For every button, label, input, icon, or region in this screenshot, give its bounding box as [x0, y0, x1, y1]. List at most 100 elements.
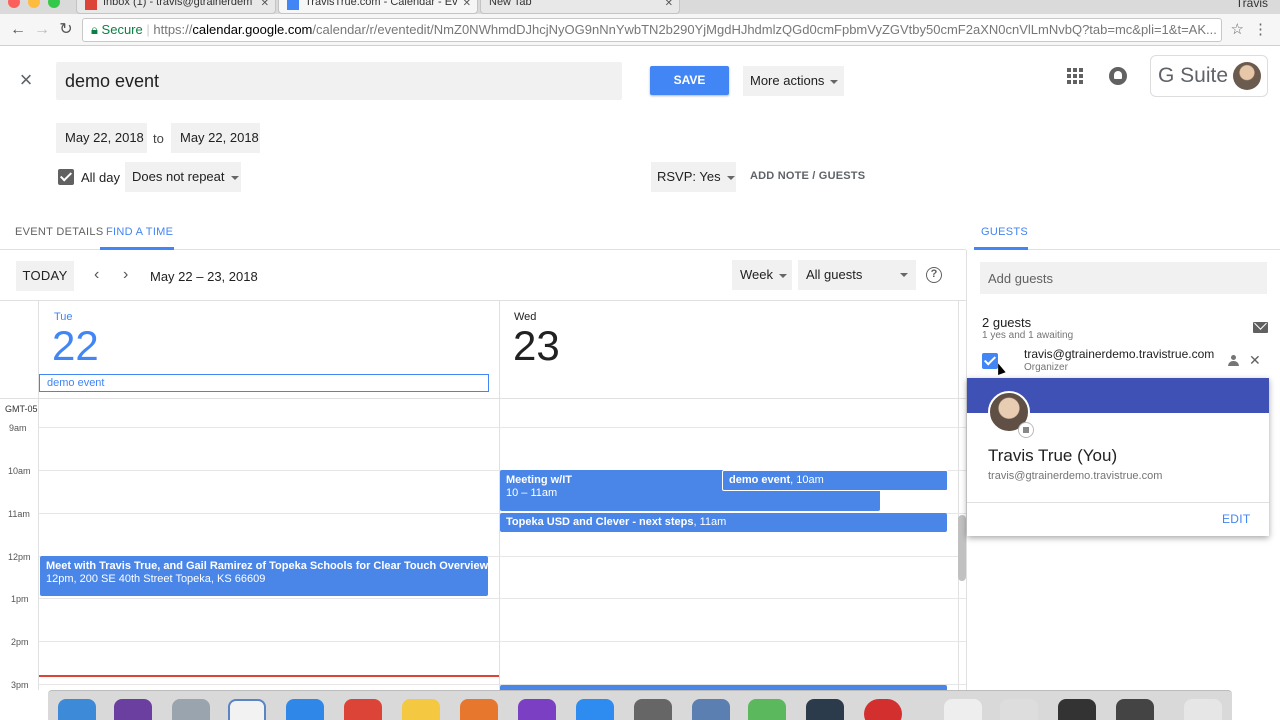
guest-count: 2 guests — [982, 315, 1032, 330]
secure-label: Secure — [101, 22, 143, 37]
hour-label: 12pm — [8, 552, 31, 562]
allday-event-chip[interactable]: demo event — [39, 374, 489, 392]
repeat-dropdown[interactable]: Does not repeat — [125, 162, 241, 192]
event-title-input[interactable] — [56, 62, 622, 100]
guest-email[interactable]: travis@gtrainerdemo.travistrue.com — [1024, 347, 1214, 361]
window-thumbnail-icon[interactable] — [1000, 699, 1038, 720]
close-icon[interactable]: ✕ — [665, 0, 673, 9]
clock-icon[interactable] — [228, 699, 266, 720]
tab-title: Inbox (1) - travis@gtrainerdem — [103, 0, 253, 8]
safari-icon[interactable] — [286, 699, 324, 720]
tab-event-details[interactable]: EVENT DETAILS — [15, 226, 103, 238]
add-guests-input[interactable] — [988, 262, 1267, 294]
calendar-event-demo[interactable]: demo event, 10am — [722, 470, 948, 491]
trash-icon[interactable] — [1184, 699, 1222, 720]
previous-period-icon[interactable]: ‹ — [94, 266, 99, 284]
macos-dock — [48, 690, 1232, 720]
browser-menu-icon[interactable]: ⋮ — [1253, 20, 1268, 38]
lock-icon: 🔒︎ — [91, 22, 98, 37]
imovie-icon[interactable] — [518, 699, 556, 720]
save-button[interactable]: SAVE — [650, 66, 729, 95]
add-guests-field[interactable] — [980, 262, 1267, 294]
close-icon[interactable]: ✕ — [463, 0, 471, 9]
gmail-icon — [85, 0, 97, 10]
bookmark-star-icon[interactable]: ☆ — [1231, 20, 1244, 38]
window-zoom-icon[interactable] — [48, 0, 60, 8]
calendar-event-lunch[interactable]: Meet with Travis True, and Gail Ramirez … — [40, 556, 488, 596]
calendar-badge-icon — [1018, 422, 1034, 438]
browser-tab-newtab[interactable]: New Tab ✕ — [480, 0, 680, 14]
event-title-field[interactable] — [56, 62, 622, 100]
close-icon[interactable]: ✕ — [261, 0, 269, 9]
document-icon[interactable] — [944, 699, 982, 720]
close-editor-icon[interactable]: × — [16, 69, 36, 91]
window-close-icon[interactable] — [8, 0, 20, 8]
notifications-icon[interactable] — [1109, 67, 1127, 85]
remove-guest-icon[interactable]: ✕ — [1249, 352, 1261, 369]
dropdown-caret-icon — [726, 175, 735, 180]
view-dropdown[interactable]: Week — [732, 260, 792, 290]
edit-button[interactable]: EDIT — [1222, 512, 1251, 526]
system-preferences-icon[interactable] — [634, 699, 672, 720]
add-note-guests-button[interactable]: ADD NOTE / GUESTS — [750, 170, 865, 182]
more-actions-dropdown[interactable]: More actions — [743, 66, 844, 96]
f5-icon[interactable] — [864, 699, 902, 720]
tab-guests[interactable]: GUESTS — [981, 226, 1028, 238]
account-chip[interactable]: G Suite — [1150, 55, 1268, 97]
grid-scrollbar[interactable] — [958, 515, 966, 581]
apps-grid-icon[interactable] — [1067, 68, 1083, 84]
hovercard-email: travis@gtrainerdemo.travistrue.com — [988, 470, 1163, 482]
avatar[interactable] — [1233, 62, 1261, 90]
guest-hovercard: Travis True (You) travis@gtrainerdemo.tr… — [967, 378, 1269, 536]
url-domain: calendar.google.com — [192, 22, 313, 37]
dropdown-caret-icon — [230, 175, 239, 180]
window-thumbnail-icon[interactable] — [1058, 699, 1096, 720]
window-minimize-icon[interactable] — [28, 0, 40, 8]
guest-role: Organizer — [1024, 362, 1068, 373]
finder-icon[interactable] — [58, 699, 96, 720]
more-actions-label: More actions — [750, 73, 825, 88]
rsvp-dropdown[interactable]: RSVP: Yes — [651, 162, 736, 192]
calendar-event-topeka[interactable]: Topeka USD and Clever - next steps, 11am — [500, 513, 947, 532]
browser-tab-calendar[interactable]: TravisTrue.com - Calendar - Ev ✕ — [278, 0, 478, 14]
guests-filter-label: All guests — [806, 267, 863, 282]
next-period-icon[interactable]: › — [123, 266, 128, 284]
today-button[interactable]: TODAY — [16, 261, 74, 291]
photos-icon[interactable] — [402, 699, 440, 720]
date-range-label: May 22 – 23, 2018 — [150, 269, 258, 284]
end-date-field[interactable]: May 22, 2018 — [171, 123, 260, 153]
app-icon[interactable] — [748, 699, 786, 720]
browser-profile[interactable]: Travis — [1236, 0, 1268, 10]
help-icon[interactable]: ? — [926, 267, 942, 283]
app-icon[interactable] — [460, 699, 498, 720]
url-path: /calendar/r/eventedit/NmZ0NWhmdDJhcjNyOG… — [312, 22, 1217, 37]
window-thumbnail-icon[interactable] — [1116, 699, 1154, 720]
app-icon[interactable] — [806, 699, 844, 720]
hour-label: 11am — [8, 509, 30, 519]
browser-tab-inbox[interactable]: Inbox (1) - travis@gtrainerdem ✕ — [76, 0, 276, 14]
url-scheme: https:// — [153, 22, 193, 37]
tab-find-a-time[interactable]: FIND A TIME — [106, 226, 173, 238]
email-guests-icon[interactable] — [1253, 322, 1268, 333]
address-bar[interactable]: 🔒︎ Secure | https://calendar.google.com/… — [82, 18, 1222, 42]
day-number[interactable]: 23 — [513, 325, 560, 367]
launchpad-icon[interactable] — [172, 699, 210, 720]
back-arrow-icon[interactable]: ← — [8, 20, 28, 40]
day-number[interactable]: 22 — [52, 325, 99, 367]
start-date-field[interactable]: May 22, 2018 — [56, 123, 147, 153]
hour-label: 10am — [8, 466, 31, 476]
forward-arrow-icon[interactable]: → — [32, 20, 52, 40]
event-title: Topeka USD and Clever - next steps — [506, 516, 694, 528]
allday-separator — [0, 398, 966, 399]
chrome-icon[interactable] — [344, 699, 382, 720]
guests-filter-dropdown[interactable]: All guests — [798, 260, 916, 290]
person-icon[interactable] — [1228, 355, 1239, 366]
current-time-indicator — [39, 675, 499, 677]
app-icon[interactable] — [692, 699, 730, 720]
guests-tabbar: GUESTS — [974, 218, 1280, 250]
reload-icon[interactable]: ↻ — [56, 20, 76, 40]
allday-checkbox[interactable] — [58, 169, 74, 185]
active-tab-indicator — [974, 247, 1028, 250]
app-store-icon[interactable] — [576, 699, 614, 720]
siri-icon[interactable] — [114, 699, 152, 720]
